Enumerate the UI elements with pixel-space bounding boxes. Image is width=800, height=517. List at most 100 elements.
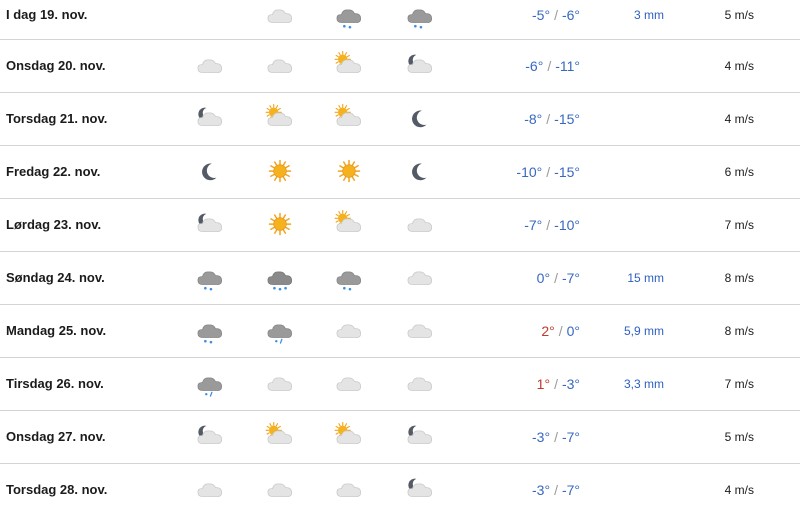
forecast-row[interactable]: I dag 19. nov. -5° / -6° 3 mm 5 m/s xyxy=(0,0,800,40)
cloud-icon xyxy=(334,371,364,397)
min-temperature: -3° xyxy=(561,376,580,392)
temp-separator: / xyxy=(558,323,563,339)
moon-cloud-icon xyxy=(195,106,225,132)
wind-value: 4 m/s xyxy=(724,483,754,497)
cloud-icon xyxy=(407,271,433,285)
sun-cloud-icon xyxy=(334,210,364,238)
forecast-row[interactable]: Torsdag 21. nov. -8° / -15° 4 m/s xyxy=(0,93,800,146)
heavy-snow-cloud-icon xyxy=(265,265,295,291)
snow-cloud-icon xyxy=(407,9,433,29)
temp-separator: / xyxy=(547,58,552,74)
cloud-icon xyxy=(267,483,293,497)
cloud-icon xyxy=(195,53,225,79)
day-label: Onsdag 20. nov. xyxy=(6,58,106,73)
wind-value: 8 m/s xyxy=(724,324,754,338)
cloud-icon xyxy=(336,483,362,497)
max-temperature: -7° xyxy=(524,217,543,233)
sleet-cloud-icon xyxy=(265,318,295,344)
min-temperature: -7° xyxy=(561,482,580,498)
sun-cloud-icon xyxy=(265,104,295,132)
forecast-row[interactable]: Torsdag 28. nov. -3° / -7° 4 m/s xyxy=(0,464,800,517)
min-temperature: 0° xyxy=(566,323,580,339)
moon-cloud-icon xyxy=(405,477,435,503)
snow-cloud-icon xyxy=(336,271,362,291)
day-label: Fredag 22. nov. xyxy=(6,164,101,179)
snow-cloud-icon xyxy=(405,3,435,29)
temp-separator: / xyxy=(554,482,558,498)
min-temperature: -6° xyxy=(561,7,580,23)
forecast-row[interactable]: Søndag 24. nov. 0° / -7° 15 mm 8 m/s xyxy=(0,252,800,305)
temperature-range: -5° / -6° xyxy=(532,0,580,30)
cloud-icon xyxy=(334,477,364,503)
sun-cloud-icon xyxy=(334,51,364,79)
temperature-range: -7° / -10° xyxy=(524,199,580,251)
snow-cloud-icon xyxy=(195,265,225,291)
day-label: Onsdag 27. nov. xyxy=(6,429,106,444)
forecast-row[interactable]: Fredag 22. nov. -10° / -15° 6 m/s xyxy=(0,146,800,199)
cloud-icon xyxy=(336,324,362,338)
precipitation-value: 3,3 mm xyxy=(623,377,664,391)
snow-cloud-icon xyxy=(334,265,364,291)
sun-cloud-icon xyxy=(334,422,364,450)
wind-value: 4 m/s xyxy=(724,112,754,126)
sun-icon xyxy=(265,212,295,238)
day-label: Lørdag 23. nov. xyxy=(6,217,102,232)
wind-value: 8 m/s xyxy=(724,271,754,285)
min-temperature: -7° xyxy=(561,270,580,286)
temp-separator: / xyxy=(554,7,558,23)
moon-icon xyxy=(195,159,225,185)
wind-value: 7 m/s xyxy=(724,218,754,232)
min-temperature: -10° xyxy=(554,217,580,233)
temperature-range: 1° / -3° xyxy=(537,358,580,410)
moon-cloud-icon xyxy=(405,424,435,450)
snow-cloud-icon xyxy=(197,324,223,344)
moon-cloud-icon xyxy=(407,425,433,444)
day-label: Torsdag 28. nov. xyxy=(6,482,108,497)
sun-icon xyxy=(337,159,361,183)
moon-icon xyxy=(405,106,435,132)
min-temperature: -15° xyxy=(554,111,580,127)
cloud-icon xyxy=(195,477,225,503)
cloud-icon xyxy=(405,318,435,344)
cloud-icon xyxy=(336,377,362,391)
forecast-row[interactable]: Mandag 25. nov. 2°/0° 5,9 mm 8 m/s xyxy=(0,305,800,358)
moon-cloud-icon xyxy=(195,212,225,238)
temperature-range: -3° / -7° xyxy=(532,411,580,463)
snow-cloud-icon xyxy=(197,271,223,291)
max-temperature: -3° xyxy=(532,482,551,498)
temperature-range: 0° / -7° xyxy=(537,252,580,304)
sun-cloud-icon xyxy=(265,422,293,444)
sun-icon xyxy=(268,159,292,183)
temperature-range: -6° / -11° xyxy=(525,40,580,92)
snow-cloud-icon xyxy=(334,3,364,29)
temperature-range: -8° / -15° xyxy=(524,93,580,145)
forecast-row[interactable]: Onsdag 27. nov. -3° / -7° 5 m/s xyxy=(0,411,800,464)
moon-icon xyxy=(202,163,217,181)
cloud-icon xyxy=(405,212,435,238)
temp-separator: / xyxy=(554,270,558,286)
forecast-row[interactable]: Tirsdag 26. nov. 1° / -3° 3,3 mm 7 m/s xyxy=(0,358,800,411)
moon-cloud-icon xyxy=(197,107,223,126)
forecast-row[interactable]: Lørdag 23. nov. -7° / -10° 7 m/s xyxy=(0,199,800,252)
moon-cloud-icon xyxy=(407,54,433,73)
wind-value: 7 m/s xyxy=(724,377,754,391)
temp-separator: / xyxy=(554,376,558,392)
snow-cloud-icon xyxy=(195,318,225,344)
cloud-icon xyxy=(197,59,223,73)
sun-cloud-icon xyxy=(265,422,295,450)
cloud-icon xyxy=(265,371,295,397)
forecast-row[interactable]: Onsdag 20. nov. -6° / -11° 4 m/s xyxy=(0,40,800,93)
temp-separator: / xyxy=(554,429,558,445)
wind-value: 5 m/s xyxy=(724,8,754,22)
max-temperature: -10° xyxy=(516,164,543,180)
min-temperature: -15° xyxy=(554,164,580,180)
moon-icon xyxy=(405,159,435,185)
moon-cloud-icon xyxy=(405,53,435,79)
min-temperature: -7° xyxy=(561,429,580,445)
cloud-icon xyxy=(407,218,433,232)
cloud-icon xyxy=(334,318,364,344)
precipitation-value: 15 mm xyxy=(627,271,664,285)
moon-cloud-icon xyxy=(407,478,433,497)
max-temperature: 2° xyxy=(541,323,555,339)
moon-icon xyxy=(412,163,427,181)
